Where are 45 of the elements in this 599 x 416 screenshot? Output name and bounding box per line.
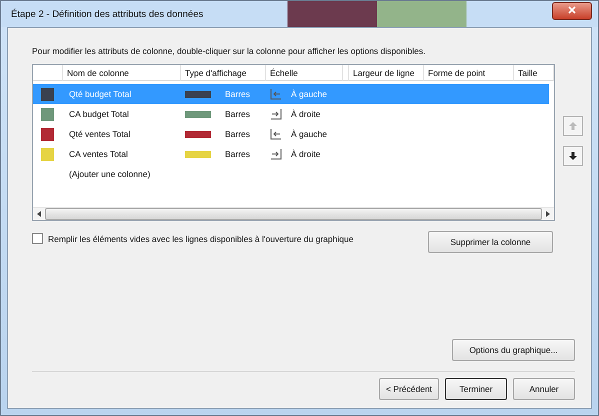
close-icon (568, 6, 576, 14)
move-down-button[interactable] (563, 146, 583, 166)
scale-text: À droite (290, 109, 320, 119)
checkbox-label: Remplir les éléments vides avec les lignes disponibles à l'ouverture du graphique (48, 234, 354, 244)
delete-column-button[interactable]: Supprimer la colonne (428, 231, 553, 253)
list-row[interactable]: CA budget Total Barres À droite (33, 104, 549, 124)
column-header (343, 65, 349, 81)
scroll-right-icon[interactable] (546, 211, 550, 217)
display-type: Barres (224, 149, 250, 159)
scale-text: À droite (290, 149, 320, 159)
column-header[interactable]: Largeur de ligne (349, 65, 424, 81)
column-name: CA ventes Total (68, 149, 129, 159)
column-header[interactable]: Forme de point (424, 65, 514, 81)
column-header[interactable]: Type d'affichage (181, 65, 266, 81)
add-column-item[interactable]: (Ajouter une colonne) (63, 169, 181, 179)
column-header[interactable]: Échelle (266, 65, 343, 81)
column-header (33, 65, 63, 81)
dialog-button[interactable]: < Précédent (379, 378, 439, 400)
down-arrow-icon (568, 151, 578, 161)
display-type: Barres (224, 89, 250, 99)
column-name: Qté budget Total (68, 89, 132, 99)
bar-icon (185, 150, 211, 158)
column-name: CA budget Total (68, 109, 130, 119)
scale-text: À gauche (290, 89, 327, 99)
dialog-button[interactable]: Terminer (445, 378, 507, 400)
window-title: Étape 2 - Définition des attributs des données (9, 8, 206, 20)
column-name: Qté ventes Total (68, 129, 132, 139)
up-arrow-icon (568, 121, 578, 131)
bar-icon (185, 130, 211, 138)
list-row[interactable]: CA ventes Total Barres À droite (33, 144, 549, 164)
scale-text: À gauche (290, 129, 327, 139)
horizontal-scrollbar[interactable] (33, 207, 554, 220)
dialog-button[interactable]: Annuler (513, 378, 575, 400)
column-header[interactable]: Nom de colonne (63, 65, 181, 81)
scroll-left-icon[interactable] (37, 211, 41, 217)
list-row[interactable]: Qté ventes Total Barres À gauche (33, 124, 549, 144)
display-type: Barres (224, 109, 250, 119)
bar-icon (185, 110, 211, 118)
column-header[interactable]: Taille (514, 65, 554, 81)
checkbox[interactable] (32, 233, 43, 244)
bar-icon (185, 90, 211, 98)
instructions-text: Pour modifier les attributs de colonne, double-cliquer sur la colonne pour afficher les options disponibles. (32, 46, 426, 56)
display-type: Barres (224, 129, 250, 139)
chart-options-button[interactable]: Options du graphique... (452, 339, 575, 361)
close-button[interactable] (552, 2, 592, 20)
